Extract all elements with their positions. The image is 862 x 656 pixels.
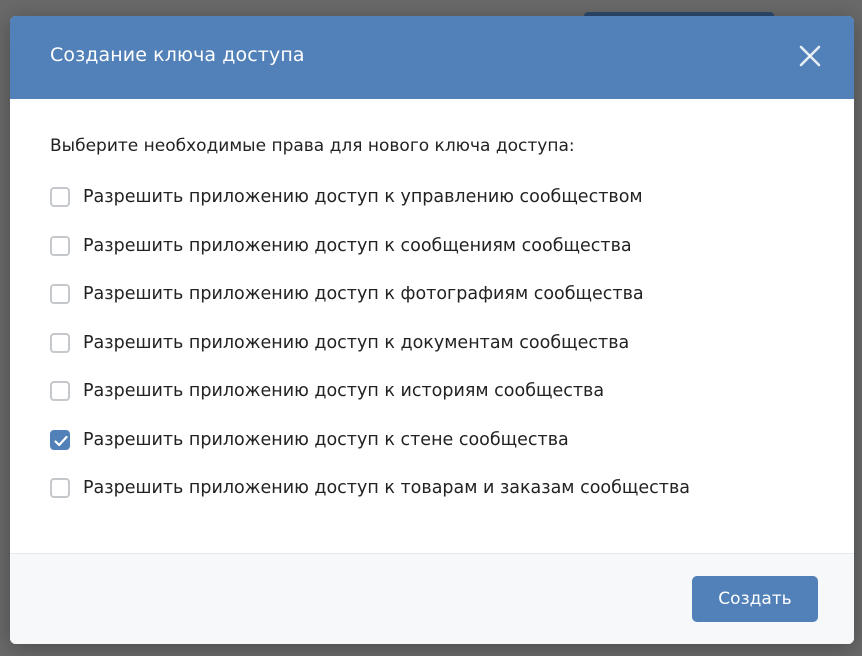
permission-option[interactable]: Разрешить приложению доступ к товарам и … xyxy=(50,464,814,513)
permission-label: Разрешить приложению доступ к товарам и … xyxy=(83,478,691,499)
checkmark-icon xyxy=(54,435,68,446)
close-button[interactable] xyxy=(796,42,824,70)
permission-label: Разрешить приложению доступ к документам… xyxy=(83,332,630,353)
dialog-body: Выберите необходимые права для нового кл… xyxy=(10,99,854,513)
permission-label: Разрешить приложению доступ к управлению… xyxy=(83,187,643,208)
permission-option[interactable]: Разрешить приложению доступ к документам… xyxy=(50,319,814,368)
permission-option[interactable]: Разрешить приложению доступ к управлению… xyxy=(50,173,814,222)
permission-label: Разрешить приложению доступ к фотография… xyxy=(83,284,644,305)
permission-checkbox[interactable] xyxy=(50,284,70,305)
create-button[interactable]: Создать xyxy=(692,576,818,622)
permission-checkbox[interactable] xyxy=(50,235,70,256)
permission-option[interactable]: Разрешить приложению доступ к сообщениям… xyxy=(50,222,814,271)
permission-checkbox[interactable] xyxy=(50,332,70,353)
dialog-title: Создание ключа доступа xyxy=(50,44,305,66)
permission-checkbox[interactable] xyxy=(50,381,70,402)
permission-label: Разрешить приложению доступ к сообщениям… xyxy=(83,235,632,256)
permission-checkbox[interactable] xyxy=(50,187,70,208)
permission-option[interactable]: Разрешить приложению доступ к стене сооб… xyxy=(50,416,814,465)
permission-option[interactable]: Разрешить приложению доступ к историям с… xyxy=(50,367,814,416)
close-icon xyxy=(799,45,821,67)
permission-checkbox[interactable] xyxy=(50,478,70,499)
permissions-list: Разрешить приложению доступ к управлению… xyxy=(50,173,814,513)
permission-option[interactable]: Разрешить приложению доступ к фотография… xyxy=(50,270,814,319)
dialog-footer: Создать xyxy=(10,553,854,644)
permission-label: Разрешить приложению доступ к стене сооб… xyxy=(83,429,569,450)
permission-checkbox[interactable] xyxy=(50,429,70,450)
permission-label: Разрешить приложению доступ к историям с… xyxy=(83,381,605,402)
create-access-key-dialog: Создание ключа доступа Выберите необходи… xyxy=(10,16,854,644)
dialog-header: Создание ключа доступа xyxy=(10,16,854,99)
intro-text: Выберите необходимые права для нового кл… xyxy=(50,136,575,156)
